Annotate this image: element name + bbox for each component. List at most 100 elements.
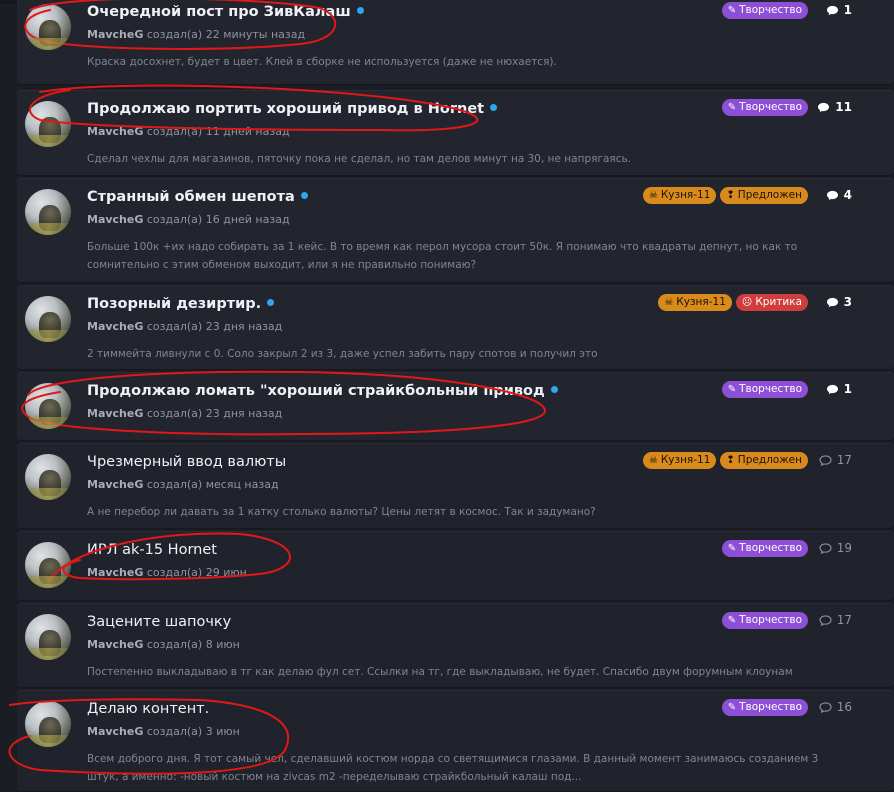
thread-title-text[interactable]: Странный обмен шепота	[87, 189, 295, 205]
thread-tags: ✎ Творчество	[721, 699, 808, 716]
thread-time[interactable]: 11 дней назад	[206, 125, 290, 138]
thread-row[interactable]: ИРЛ ak-15 Hornet MavcheG создал(а) 29 июн…	[17, 531, 894, 601]
tag-badge[interactable]: ☹ Критика	[735, 294, 808, 311]
thread-snippet: А не перебор ли давать за 1 катку стольк…	[87, 506, 596, 518]
author-link[interactable]: MavcheG	[87, 407, 143, 420]
thread-title-text[interactable]: Чрезмерный ввод валюты	[87, 454, 286, 470]
thread-row[interactable]: Зацените шапочку MavcheG создал(а) 8 июн П…	[17, 603, 894, 688]
thread-title-text[interactable]: Очередной пост про ЗивКалаш	[87, 4, 351, 20]
reply-count: 11	[817, 100, 852, 114]
created-label: создал(а)	[143, 407, 206, 420]
thread-row[interactable]: Делаю контент. MavcheG создал(а) 3 июн Все…	[17, 690, 894, 792]
comment-bubble-icon	[826, 297, 838, 307]
author-link[interactable]: MavcheG	[87, 213, 143, 226]
thread-title[interactable]: Странный обмен шепота	[87, 189, 308, 205]
tag-badge[interactable]: ✎ Творчество	[721, 381, 808, 398]
thread-time[interactable]: 23 дня назад	[206, 320, 283, 333]
tag-badge[interactable]: ✎ Творчество	[721, 699, 808, 716]
created-label: создал(а)	[143, 28, 206, 41]
thread-title-text[interactable]: Делаю контент.	[87, 701, 209, 717]
tag-badge[interactable]: ☠ Кузня-11	[642, 187, 717, 204]
thread-row[interactable]: Очередной пост про ЗивКалаш MavcheG созда…	[17, 0, 894, 85]
thread-time[interactable]: 16 дней назад	[206, 213, 290, 226]
brush-icon: ✎	[727, 5, 737, 16]
brush-icon: ✎	[727, 543, 737, 554]
avatar[interactable]	[25, 454, 71, 500]
avatar[interactable]	[25, 101, 71, 147]
thread-title[interactable]: Позорный дезиртир.	[87, 296, 275, 312]
thread-time[interactable]: 29 июн	[206, 566, 247, 579]
tag-label: Кузня-11	[660, 189, 711, 201]
thread-tags: ✎ Творчество	[721, 540, 808, 557]
thread-title-text[interactable]: ИРЛ ak-15 Hornet	[87, 542, 217, 558]
brush-icon: ✎	[727, 384, 737, 395]
tag-badge[interactable]: ❢ Предложен	[720, 452, 808, 469]
thread-meta: MavcheG создал(а) 11 дней назад	[87, 125, 290, 138]
tag-badge[interactable]: ✎ Творчество	[721, 540, 808, 557]
thread-title[interactable]: Продолжаю ломать "хороший страйкбольный …	[87, 383, 558, 399]
tag-badge[interactable]: ❢ Предложен	[720, 187, 808, 204]
thread-title[interactable]: Делаю контент.	[87, 701, 209, 717]
thread-time[interactable]: 3 июн	[206, 725, 240, 738]
tag-label: Предложен	[737, 454, 802, 466]
created-label: создал(а)	[143, 213, 206, 226]
tag-badge[interactable]: ✎ Творчество	[721, 99, 808, 116]
thread-time[interactable]: 23 дня назад	[206, 407, 283, 420]
reply-count-value: 17	[836, 613, 852, 627]
reply-count-value: 16	[836, 700, 852, 714]
thread-meta: MavcheG создал(а) 3 июн	[87, 725, 240, 738]
thread-time[interactable]: 22 минуты назад	[206, 28, 305, 41]
thread-title[interactable]: Очередной пост про ЗивКалаш	[87, 4, 364, 20]
thread-title[interactable]: Чрезмерный ввод валюты	[87, 454, 286, 470]
thread-tags: ☠ Кузня-11 ❢ Предложен	[642, 452, 808, 469]
reply-count-value: 11	[835, 100, 852, 114]
thread-title[interactable]: Зацените шапочку	[87, 614, 231, 630]
thread-time[interactable]: месяц назад	[206, 478, 279, 491]
thread-row[interactable]: Чрезмерный ввод валюты MavcheG создал(а) …	[17, 443, 894, 529]
avatar[interactable]	[25, 614, 71, 660]
author-link[interactable]: MavcheG	[87, 28, 143, 41]
thread-title[interactable]: Продолжаю портить хороший привод в Horne…	[87, 101, 498, 117]
thread-meta: MavcheG создал(а) 29 июн	[87, 566, 247, 579]
thread-row[interactable]: Странный обмен шепота MavcheG создал(а) 1…	[17, 178, 894, 283]
reply-count: 3	[826, 295, 852, 309]
thread-title-text[interactable]: Продолжаю портить хороший привод в Horne…	[87, 101, 484, 117]
skull-icon: ☠	[648, 455, 658, 466]
author-link[interactable]: MavcheG	[87, 638, 143, 651]
thread-title-text[interactable]: Зацените шапочку	[87, 614, 231, 630]
thread-tags: ✎ Творчество	[721, 381, 808, 398]
tag-label: Творчество	[739, 701, 802, 713]
thread-title-text[interactable]: Позорный дезиртир.	[87, 296, 261, 312]
avatar[interactable]	[25, 4, 71, 50]
unread-dot-icon	[356, 6, 364, 14]
thread-title-text[interactable]: Продолжаю ломать "хороший страйкбольный …	[87, 383, 545, 399]
unread-dot-icon	[550, 385, 558, 393]
thread-row[interactable]: Продолжаю ломать "хороший страйкбольный …	[17, 372, 894, 441]
skull-icon: ☠	[648, 190, 658, 201]
comment-bubble-icon	[819, 701, 832, 713]
author-link[interactable]: MavcheG	[87, 566, 143, 579]
comment-bubble-icon	[818, 102, 830, 112]
avatar[interactable]	[25, 542, 71, 588]
tag-badge[interactable]: ✎ Творчество	[721, 612, 808, 629]
avatar[interactable]	[25, 296, 71, 342]
tag-label: Творчество	[739, 614, 802, 626]
tag-badge[interactable]: ☠ Кузня-11	[658, 294, 732, 311]
author-link[interactable]: MavcheG	[87, 125, 143, 138]
tag-badge[interactable]: ✎ Творчество	[721, 2, 808, 19]
reply-count-value: 4	[843, 188, 852, 202]
tag-label: Творчество	[739, 101, 802, 113]
tag-badge[interactable]: ☠ Кузня-11	[642, 452, 717, 469]
avatar[interactable]	[25, 189, 71, 235]
thread-row[interactable]: Позорный дезиртир. MavcheG создал(а) 23 д…	[17, 285, 894, 370]
thread-time[interactable]: 8 июн	[206, 638, 240, 651]
thread-title[interactable]: ИРЛ ak-15 Hornet	[87, 542, 217, 558]
thread-row[interactable]: Продолжаю портить хороший привод в Horne…	[17, 90, 894, 176]
tag-label: Предложен	[737, 189, 802, 201]
avatar[interactable]	[25, 701, 71, 747]
author-link[interactable]: MavcheG	[87, 725, 143, 738]
avatar[interactable]	[25, 383, 71, 429]
author-link[interactable]: MavcheG	[87, 478, 143, 491]
reply-count-value: 1	[843, 3, 852, 17]
author-link[interactable]: MavcheG	[87, 320, 143, 333]
